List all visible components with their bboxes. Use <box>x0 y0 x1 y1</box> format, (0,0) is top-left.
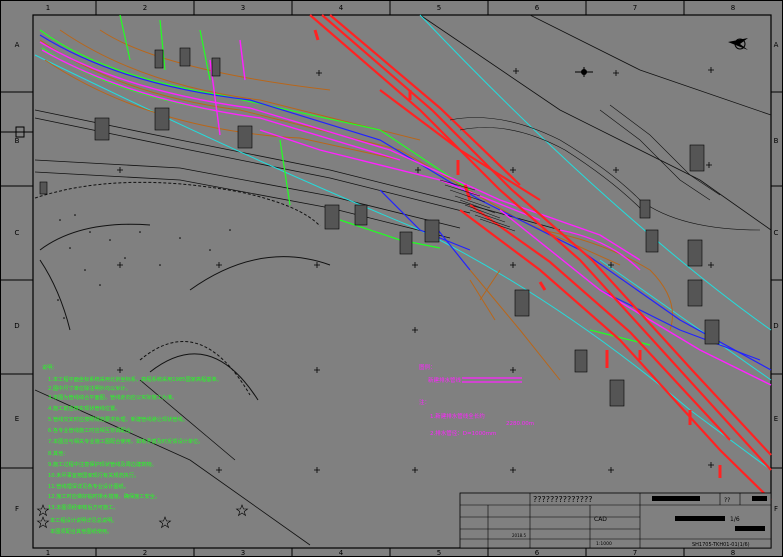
row-label: F <box>774 505 778 513</box>
legend-note-value: 2280.00m <box>506 421 534 427</box>
row-label: B <box>15 137 20 145</box>
col-label: 1 <box>46 549 50 557</box>
green-pipelines <box>39 14 651 346</box>
legend-note: 2.排水管径：D=1000mm <box>430 429 496 437</box>
col-label: 7 <box>633 549 637 557</box>
legend-note: 1.新建排水管线全长约 <box>430 412 485 420</box>
col-label: 3 <box>241 4 245 12</box>
note-line: 2.图中尺寸单位除注明外均以米计。 <box>48 384 131 392</box>
note-line: 9.施工过程中注意保护现状管线及周边建筑物。 <box>48 460 157 468</box>
north-arrow-icon <box>728 38 748 50</box>
col-label: 4 <box>339 4 344 12</box>
design-notes: 说明： 1.本工程平面坐标系统采用北京坐标系，高程系统采用1985国家高程基准。… <box>42 363 222 524</box>
row-label: F <box>15 505 19 513</box>
col-label: 5 <box>437 549 441 557</box>
note-line: 13.本图须经审核后方可施工。 <box>48 503 119 511</box>
date-label: 2018.5 <box>512 533 526 538</box>
row-label: D <box>773 322 778 330</box>
legend-heading: 图例： <box>419 363 436 371</box>
drawing-number: SH1705-TKH01-01(1/6) <box>692 542 750 548</box>
note-line: 3.本图为管线综合平面图，管线走向应以实际施工为准。 <box>48 393 177 401</box>
col-label: 3 <box>241 549 245 557</box>
row-label: C <box>15 229 20 237</box>
note-line: 4.施工前应核实现状管线位置。 <box>48 404 120 412</box>
cad-label: CAD <box>594 516 607 523</box>
page-number: 1/6 <box>730 516 740 523</box>
note-line: 6.各专业管线施工时应相互协调配合。 <box>48 426 136 434</box>
starred-note: 本工程设计说明详见总说明。 <box>50 516 117 524</box>
col-label: 5 <box>437 4 441 12</box>
note-line: 1.本工程平面坐标系统采用北京坐标系，高程系统采用1985国家高程基准。 <box>48 375 222 383</box>
row-label: E <box>774 415 778 423</box>
row-label: B <box>774 137 779 145</box>
project-title: ?????????????? <box>533 495 592 504</box>
col-label: 7 <box>633 4 637 12</box>
col-label: 8 <box>731 549 735 557</box>
note-line: 12.施工时应做好临时排水措施，确保施工安全。 <box>48 492 160 500</box>
col-label: 2 <box>143 4 147 12</box>
notes-heading: 说明： <box>42 363 58 371</box>
survey-crosses <box>117 67 714 473</box>
row-label: C <box>774 229 779 237</box>
col-label: 6 <box>535 549 540 557</box>
col-label: 1 <box>46 4 50 12</box>
blue-pipelines <box>39 34 772 371</box>
survey-point-icon <box>575 67 593 77</box>
note-line: 11.管线埋深详见各专业设计图纸。 <box>48 482 129 490</box>
starred-note: 本图须配合其他图纸使用。 <box>50 527 112 535</box>
row-label: A <box>15 41 20 49</box>
col-label: 4 <box>339 549 344 557</box>
row-label: D <box>14 322 19 330</box>
legend: 图例： 新建排水管线 注： 1.新建排水管线全长约 2280.00m 2.排水管… <box>419 363 534 437</box>
note-line: 7.本图应与相关专业施工图配合使用，如有矛盾及时反馈设计单位。 <box>48 437 203 445</box>
row-label: E <box>15 415 19 423</box>
legend-line-label: 新建排水管线 <box>428 376 462 384</box>
note-line: 8.其他： <box>48 449 69 457</box>
note-line: 5.管线交叉时应按照规范要求处理，新建管线避让现状管线。 <box>48 415 188 423</box>
row-label: A <box>774 41 779 49</box>
legend-notes-heading: 注： <box>419 398 430 406</box>
col-label: 2 <box>143 549 147 557</box>
cad-drawing: 1 2 3 4 5 6 7 8 1 2 3 4 5 6 7 8 A B C D … <box>0 0 783 557</box>
scale-label: 1:1000 <box>596 541 612 547</box>
svg-text:??: ?? <box>724 497 730 504</box>
col-label: 6 <box>535 4 540 12</box>
drawing-canvas: 1 2 3 4 5 6 7 8 1 2 3 4 5 6 7 8 A B C D … <box>0 0 783 557</box>
note-line: 10.未尽事宜按国家现行有关规范执行。 <box>48 471 139 479</box>
title-block: ?????????????? ?? CAD 1/6 2018.5 1:1000 … <box>459 492 772 549</box>
curved-boundary <box>34 181 331 401</box>
col-label: 8 <box>731 4 735 12</box>
